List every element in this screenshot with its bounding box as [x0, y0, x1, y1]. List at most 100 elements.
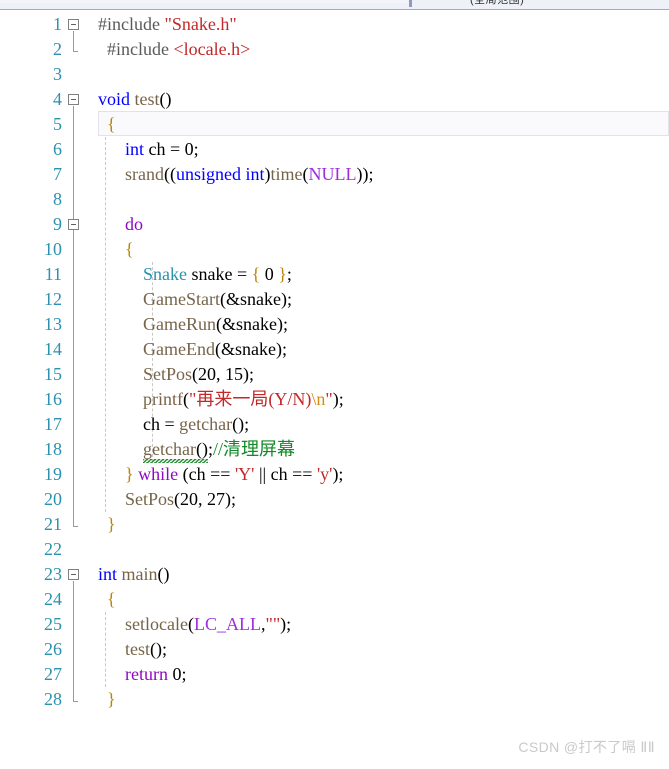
line-number: 18: [44, 439, 62, 459]
code-line-13[interactable]: GameRun(&snake);: [107, 312, 288, 337]
code-token: 27: [207, 489, 226, 509]
code-token: test: [134, 89, 160, 109]
code-line-25[interactable]: setlocale(LC_ALL,"");: [107, 612, 291, 637]
indent-guide-main: [105, 612, 106, 687]
code-token: "再来一局(Y/N): [189, 389, 312, 409]
code-line-2[interactable]: #include <locale.h>: [107, 37, 250, 62]
fold-do-while[interactable]: [68, 219, 79, 230]
code-token: while: [138, 464, 179, 484]
code-line-5[interactable]: {: [107, 112, 116, 137]
code-line-16[interactable]: printf("再来一局(Y/N)\n");: [107, 387, 344, 412]
code-line-14[interactable]: GameEnd(&snake);: [107, 337, 287, 362]
outlining-margin[interactable]: [62, 10, 98, 769]
code-token: LC_ALL: [193, 614, 261, 634]
code-line-28[interactable]: }: [107, 687, 116, 712]
code-token: ();: [232, 414, 250, 434]
code-token: ;: [181, 664, 187, 684]
code-token: ;: [286, 264, 292, 284]
code-token: (): [159, 89, 172, 109]
collapse-minus-icon: [71, 574, 76, 575]
code-line-9[interactable]: do: [107, 212, 143, 237]
code-token: do: [125, 214, 143, 234]
line-number: 4: [53, 89, 62, 109]
line-number: 2: [53, 39, 62, 59]
code-token: ,: [216, 364, 226, 384]
code-token: void: [98, 89, 131, 109]
collapse-minus-icon: [71, 24, 76, 25]
code-token: ch =: [107, 414, 180, 434]
code-editor[interactable]: 1 2 3 4 5 6 7 8 9 10 11 12 13 14 15 16 17 18 19 20 21 22 23 24 2…: [0, 10, 669, 769]
code-line-24[interactable]: {: [107, 587, 116, 612]
code-token: (&snake);: [215, 314, 288, 334]
code-line-1[interactable]: #include "Snake.h": [98, 12, 237, 37]
line-number: 5: [53, 114, 62, 134]
code-token: SetPos: [143, 364, 193, 384]
collapse-minus-icon: [71, 224, 76, 225]
code-text-area[interactable]: #include "Snake.h" #include <locale.h> voi…: [98, 10, 669, 769]
fold-int-main[interactable]: [68, 569, 79, 580]
code-token: snake =: [187, 264, 252, 284]
code-token: {: [107, 589, 116, 609]
code-token: }: [125, 464, 134, 484]
code-token: 0: [184, 139, 194, 159]
code-line-18[interactable]: getchar();//清理屏幕: [107, 437, 295, 463]
code-line-11[interactable]: Snake snake = { 0 };: [107, 262, 292, 287]
code-line-12[interactable]: GameStart(&snake);: [107, 287, 292, 312]
code-token: );: [332, 464, 344, 484]
code-token: }: [107, 689, 116, 709]
code-token: 20: [180, 489, 199, 509]
line-number: 9: [53, 214, 62, 234]
code-line-7[interactable]: srand((unsigned int)time(NULL));: [107, 162, 374, 187]
line-number: 10: [44, 239, 62, 259]
code-token: int: [125, 139, 145, 159]
scope-dropdown[interactable]: [0, 0, 408, 3]
csdn-watermark: CSDN @打不了嗝 ⅡⅡ: [518, 739, 655, 755]
code-token: getchar: [179, 414, 233, 434]
code-token: 'y': [316, 464, 333, 484]
editor-navigation-bar: (全局范围): [0, 0, 669, 10]
code-token: 'Y': [234, 464, 255, 484]
line-number: 25: [44, 614, 62, 634]
code-token: \n: [311, 389, 326, 409]
line-number: 13: [44, 314, 62, 334]
fold-void-test[interactable]: [68, 94, 79, 105]
line-number: 23: [44, 564, 62, 584]
code-token: ));: [356, 164, 374, 184]
code-token: time: [270, 164, 303, 184]
line-number: 28: [44, 689, 62, 709]
code-line-17[interactable]: ch = getchar();: [107, 412, 249, 437]
code-line-4[interactable]: void test(): [98, 87, 172, 112]
code-line-15[interactable]: SetPos(20, 15);: [107, 362, 254, 387]
code-line-6[interactable]: int ch = 0;: [107, 137, 199, 162]
code-token: test: [125, 639, 150, 659]
code-token: {: [125, 239, 134, 259]
code-token: 15: [225, 364, 244, 384]
code-token: int: [98, 564, 118, 584]
code-line-10[interactable]: {: [107, 237, 134, 262]
code-token: getchar: [143, 439, 196, 459]
fold-region-elbow: [73, 526, 78, 527]
code-token: #include: [98, 14, 165, 34]
line-number: 8: [53, 189, 62, 209]
code-line-21[interactable]: }: [107, 512, 116, 537]
code-line-19[interactable]: } while (ch == 'Y' || ch == 'y');: [107, 462, 343, 487]
code-token: }: [278, 264, 287, 284]
fold-include-block[interactable]: [68, 19, 79, 30]
line-number: 21: [44, 514, 62, 534]
fold-region-line: [73, 106, 74, 526]
line-number: 22: [44, 539, 62, 559]
code-line-27[interactable]: return 0;: [107, 662, 187, 687]
navbar-right-fragment: (全局范围): [470, 0, 525, 6]
code-token: (&snake);: [214, 339, 287, 359]
code-token: {: [251, 264, 261, 284]
code-line-26[interactable]: test();: [107, 637, 167, 662]
code-line-20[interactable]: SetPos(20, 27);: [107, 487, 236, 512]
code-token: || ch ==: [254, 464, 317, 484]
code-line-23[interactable]: int main(): [98, 562, 170, 587]
code-token: }: [107, 514, 116, 534]
